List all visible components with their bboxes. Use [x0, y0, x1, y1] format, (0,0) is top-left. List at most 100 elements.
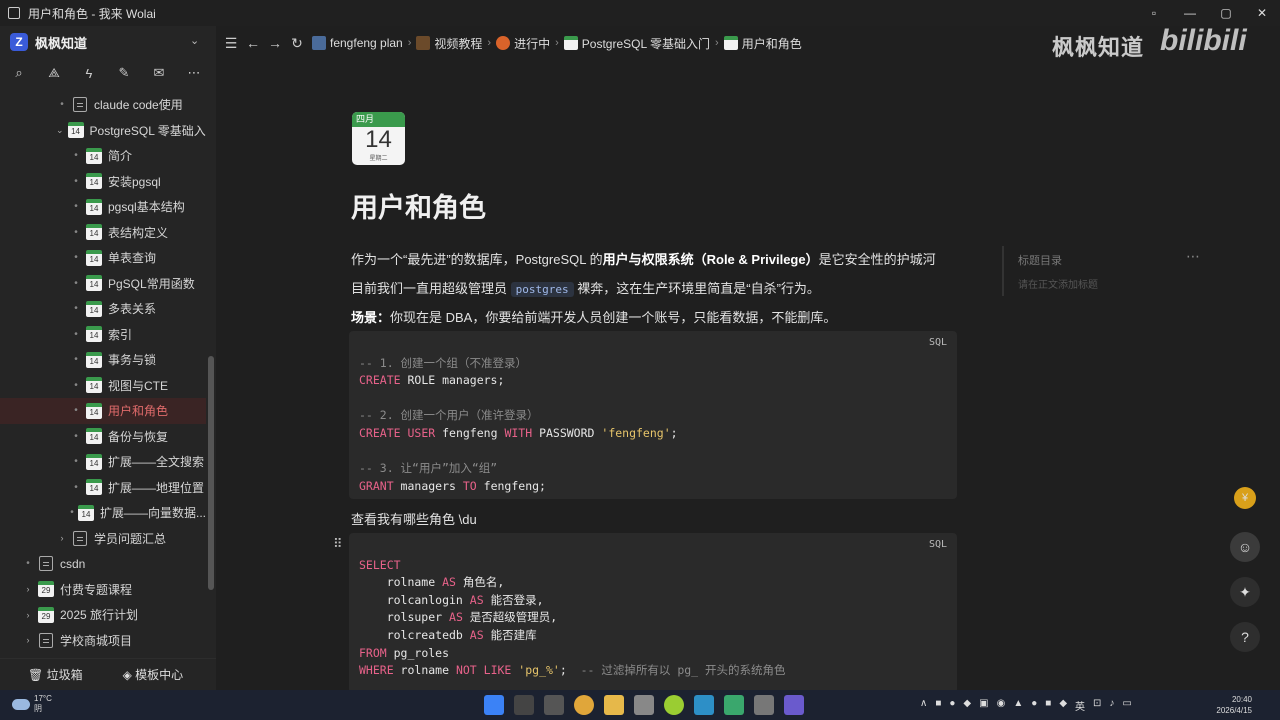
volume-icon[interactable]: ♪: [1109, 698, 1114, 713]
network-icon[interactable]: ⊡: [1093, 698, 1101, 713]
battery-icon[interactable]: ▭: [1122, 698, 1131, 713]
chevron-up-icon[interactable]: ∧: [920, 698, 927, 713]
code-block[interactable]: SQL SELECT rolname AS 角色名, rolcanlogin A…: [349, 533, 957, 690]
sidebar-tree-item[interactable]: › 学员问题汇总: [0, 526, 206, 552]
paragraph[interactable]: 场景：你现在是 DBA，你要给前端开发人员创建一个账号，只能看数据，不能删库。: [351, 307, 836, 326]
sidebar-tree-item[interactable]: • 14 pgsql基本结构: [0, 194, 206, 220]
expand-arrow-icon[interactable]: ›: [56, 533, 68, 543]
wolai-icon[interactable]: [634, 695, 654, 715]
app-icon[interactable]: [664, 695, 684, 715]
help-icon[interactable]: ?: [1230, 622, 1260, 652]
sidebar-tree-item[interactable]: • 14 事务与锁: [0, 347, 206, 373]
chrome-icon[interactable]: [574, 695, 594, 715]
drag-handle-icon[interactable]: ⠿: [333, 536, 343, 552]
sidebar-scrollbar[interactable]: [208, 356, 214, 590]
app-icon[interactable]: [784, 695, 804, 715]
ime-indicator[interactable]: 英: [1075, 698, 1085, 713]
more-icon[interactable]: ⋯: [1186, 248, 1200, 265]
code-token: managers: [393, 478, 463, 493]
calendar-icon: 14: [67, 122, 84, 139]
trash-button[interactable]: 🗑 垃圾箱: [28, 666, 83, 683]
edit-icon[interactable]: ✎: [115, 65, 133, 81]
tray-icon[interactable]: ●: [1031, 698, 1037, 713]
app-icon[interactable]: [694, 695, 714, 715]
refresh-icon[interactable]: ↻: [286, 35, 308, 52]
sidebar-tree-item[interactable]: • 14 视图与CTE: [0, 373, 206, 399]
page-calendar-icon[interactable]: 四月 14 星期二: [352, 112, 405, 165]
menu-icon[interactable]: ☰: [220, 35, 242, 52]
sidebar-tree-item[interactable]: • 14 PgSQL常用函数: [0, 271, 206, 297]
maximize-button[interactable]: ▢: [1208, 0, 1244, 26]
page-title[interactable]: 用户和角色: [351, 186, 486, 225]
avatar[interactable]: ☺: [1230, 532, 1260, 562]
paragraph[interactable]: 作为一个“最先进”的数据库，PostgreSQL 的用户与权限系统（Role &…: [351, 249, 936, 268]
start-icon[interactable]: [484, 695, 504, 715]
breadcrumb-item[interactable]: fengfeng plan ›: [312, 35, 416, 52]
sidebar-tree-label: 用户和角色: [108, 404, 169, 419]
tray-icon[interactable]: ●: [949, 698, 955, 713]
sidebar-tree-item[interactable]: › 学校商城项目: [0, 628, 206, 654]
sidebar-tree-item[interactable]: › 29 2025 旅行计划: [0, 602, 206, 628]
breadcrumb-item[interactable]: 用户和角色: [723, 35, 802, 52]
expand-arrow-icon[interactable]: ›: [22, 584, 34, 594]
expand-arrow-icon[interactable]: ›: [22, 635, 34, 645]
sidebar-tree-item[interactable]: • 14 备份与恢复: [0, 424, 206, 450]
tray-icon[interactable]: ▲: [1013, 698, 1023, 713]
graph-icon[interactable]: ⟁: [45, 65, 63, 81]
weather-widget[interactable]: 17°C 阴: [12, 694, 52, 714]
sidebar-tree-item[interactable]: • 14 单表查询: [0, 245, 206, 271]
app-icon[interactable]: [754, 695, 774, 715]
chevron-down-icon[interactable]: ⌄: [190, 34, 199, 47]
code-language[interactable]: SQL: [929, 337, 947, 348]
workspace-header[interactable]: Z 枫枫知道 ⌄: [0, 26, 216, 58]
sidebar-tree-item[interactable]: • 14 扩展——向量数据...: [0, 500, 206, 526]
task-view-icon[interactable]: [544, 695, 564, 715]
tray-icon[interactable]: ◉: [997, 698, 1006, 713]
sidebar-tree-item[interactable]: • 14 扩展——全文搜索: [0, 449, 206, 475]
sidebar-tree-item[interactable]: • claude code使用: [0, 92, 206, 118]
app-icon[interactable]: [724, 695, 744, 715]
forward-icon[interactable]: →: [264, 35, 286, 51]
expand-arrow-icon[interactable]: ⌄: [56, 125, 64, 136]
calendar-icon: [563, 36, 578, 50]
sidebar-tree-item[interactable]: • 14 表结构定义: [0, 220, 206, 246]
search-icon[interactable]: [514, 695, 534, 715]
more-icon[interactable]: ⋯: [185, 65, 203, 81]
code-block[interactable]: SQL -- 1. 创建一个组（不准登录） CREATE ROLE manager…: [349, 331, 957, 499]
tray-icon[interactable]: ◆: [1059, 698, 1067, 713]
sidebar-tree-item[interactable]: › 29 付费专题课程: [0, 577, 206, 603]
sidebar-tree-item[interactable]: • csdn: [0, 551, 206, 577]
tray-icon[interactable]: ◆: [963, 698, 971, 713]
breadcrumb-item[interactable]: 视频教程 ›: [416, 35, 496, 52]
breadcrumb-item[interactable]: 进行中 ›: [496, 35, 564, 52]
clock[interactable]: 20:40 2026/4/15: [1212, 694, 1252, 716]
paragraph[interactable]: 目前我们一直用超级管理员 postgres 裸奔，这在生产环境里简直是“自杀”行…: [351, 278, 820, 297]
back-icon[interactable]: ←: [242, 35, 264, 51]
sidebar-tree-item[interactable]: • 14 简介: [0, 143, 206, 169]
coin-icon[interactable]: ¥: [1234, 487, 1256, 509]
paragraph[interactable]: 查看我有哪些角色 \du: [351, 509, 477, 528]
breadcrumb-item[interactable]: PostgreSQL 零基础入门 ›: [563, 35, 724, 52]
calendar-icon: 29: [38, 606, 54, 623]
sidebar-tree-item[interactable]: • 14 安装pgsql: [0, 169, 206, 195]
templates-button[interactable]: ◈ 模板中心: [123, 666, 184, 683]
sidebar-tree-item[interactable]: ⌄ 14 PostgreSQL 零基础入...: [0, 118, 206, 144]
sidebar-tree-item[interactable]: • 14 用户和角色: [0, 398, 206, 424]
folder-icon[interactable]: [604, 695, 624, 715]
tray-icon[interactable]: ▣: [979, 698, 988, 713]
sidebar-tree-item[interactable]: • 14 扩展——地理位置: [0, 475, 206, 501]
layout-icon[interactable]: ▫: [1136, 0, 1172, 26]
tray-icon[interactable]: ■: [935, 698, 941, 713]
sidebar-tree-item[interactable]: • 14 索引: [0, 322, 206, 348]
tray-icon[interactable]: ■: [1045, 698, 1051, 713]
inbox-icon[interactable]: ✉: [150, 65, 168, 81]
calendar-month: 四月: [352, 112, 405, 127]
ai-assistant-icon[interactable]: ✦: [1230, 577, 1260, 607]
lightning-icon[interactable]: ϟ: [80, 66, 98, 81]
minimize-button[interactable]: —: [1172, 0, 1208, 26]
sidebar-tree-item[interactable]: • 14 多表关系: [0, 296, 206, 322]
expand-arrow-icon[interactable]: ›: [22, 610, 34, 620]
search-icon[interactable]: ⌕: [10, 65, 28, 81]
close-button[interactable]: ✕: [1244, 0, 1280, 26]
code-language[interactable]: SQL: [929, 539, 947, 550]
